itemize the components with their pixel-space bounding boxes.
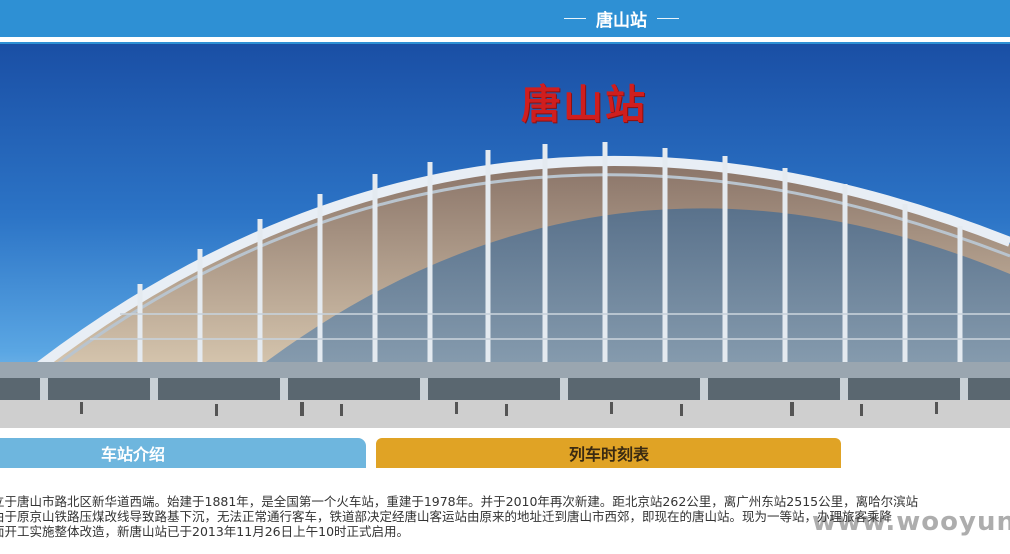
watermark: www.wooyun.org: [812, 507, 1010, 537]
station-illustration: [0, 142, 1010, 428]
header-right-rule: [657, 18, 679, 19]
tab-train-timetable[interactable]: 列车时刻表: [376, 438, 841, 468]
tab-train-timetable-label: 列车时刻表: [569, 445, 650, 464]
page-title: 唐山站: [596, 11, 647, 31]
tab-station-intro-label: 车站介绍: [101, 445, 166, 464]
page-header: 唐山站: [0, 0, 1010, 37]
tab-station-intro[interactable]: 车站介绍: [0, 438, 366, 468]
entrance-canopy: [0, 362, 1010, 378]
station-photo: 唐山站: [0, 44, 1010, 428]
header-left-rule: [564, 18, 586, 19]
station-sign: 唐山站: [521, 81, 647, 128]
